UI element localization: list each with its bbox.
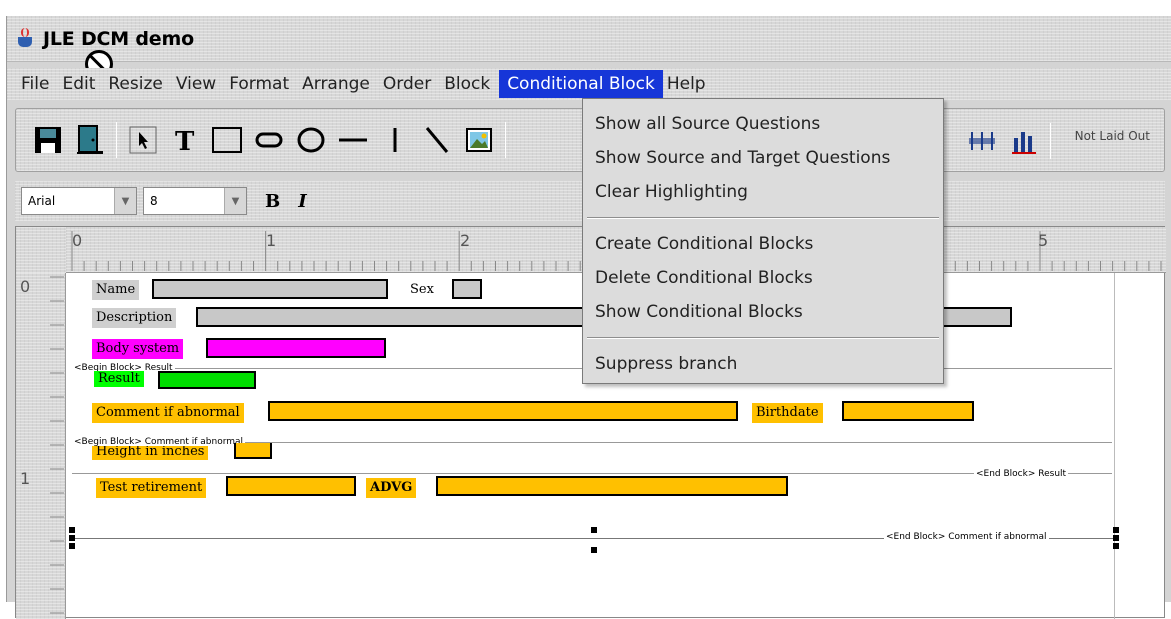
- advg-field[interactable]: [436, 476, 788, 496]
- pointer-icon[interactable]: [125, 122, 161, 158]
- window-title: JLE DCM demo: [43, 27, 194, 50]
- menu-suppress-branch[interactable]: Suppress branch: [583, 347, 943, 381]
- distribute-horizontal-icon[interactable]: [964, 123, 1000, 159]
- body-system-field[interactable]: [206, 338, 386, 358]
- ruler-number: 0: [72, 231, 83, 250]
- selection-handle[interactable]: [591, 527, 597, 533]
- rectangle-icon[interactable]: [209, 122, 245, 158]
- menu-conditional-block[interactable]: Conditional Block: [499, 70, 663, 98]
- menu-delete-conditional-blocks[interactable]: Delete Conditional Blocks: [583, 261, 943, 295]
- menu-separator: [587, 337, 939, 339]
- chevron-down-icon: ▼: [114, 188, 136, 214]
- font-name-value: Arial: [28, 194, 56, 208]
- ruler-ticks: [50, 276, 64, 614]
- menu-order[interactable]: Order: [379, 71, 440, 97]
- selection-handle[interactable]: [1113, 535, 1119, 541]
- ruler-number: 0: [20, 277, 31, 296]
- page-margin-guide: [1114, 273, 1115, 619]
- bold-button[interactable]: B: [265, 191, 280, 212]
- menu-resize[interactable]: Resize: [104, 71, 171, 97]
- name-field[interactable]: [152, 279, 388, 299]
- java-cup-icon: [15, 27, 37, 50]
- menu-show-all-source-questions[interactable]: Show all Source Questions: [583, 107, 943, 141]
- comment-field[interactable]: [268, 401, 738, 421]
- svg-text:T: T: [175, 127, 195, 154]
- layout-status-text: Not Laid Out: [1074, 129, 1150, 143]
- description-label[interactable]: Description: [92, 308, 177, 328]
- horizontal-line-icon[interactable]: [335, 122, 371, 158]
- birthdate-label[interactable]: Birthdate: [752, 403, 823, 423]
- menu-format[interactable]: Format: [225, 71, 298, 97]
- toolbar-separator: [505, 122, 506, 158]
- menu-view[interactable]: View: [172, 71, 225, 97]
- menu-file[interactable]: File: [17, 71, 58, 97]
- name-label[interactable]: Name: [92, 280, 140, 300]
- selection-handle[interactable]: [69, 543, 75, 549]
- selection-handle[interactable]: [69, 535, 75, 541]
- ruler-corner: [16, 227, 66, 273]
- selection-handle[interactable]: [69, 527, 75, 533]
- menu-separator: [587, 217, 939, 219]
- vertical-ruler: 0 1: [16, 273, 66, 619]
- font-size-select[interactable]: 8 ▼: [143, 187, 247, 215]
- comment-label[interactable]: Comment if abnormal: [92, 403, 244, 423]
- text-icon[interactable]: T: [167, 122, 203, 158]
- image-icon[interactable]: [461, 122, 497, 158]
- sex-label[interactable]: Sex: [406, 280, 438, 300]
- result-field[interactable]: [158, 371, 256, 389]
- ruler-number: 2: [460, 231, 471, 250]
- advg-label[interactable]: ADVG: [366, 478, 417, 498]
- body-system-label[interactable]: Body system: [92, 339, 184, 359]
- height-field[interactable]: [234, 443, 272, 459]
- end-block-comment-marker[interactable]: <End Block> Comment if abnormal: [884, 532, 1049, 542]
- test-retirement-field[interactable]: [226, 476, 356, 496]
- conditional-block-menu: Show all Source Questions Show Source an…: [582, 98, 944, 384]
- bar-chart-icon[interactable]: [1006, 123, 1042, 159]
- menu-block[interactable]: Block: [440, 71, 499, 97]
- test-retirement-label[interactable]: Test retirement: [96, 478, 207, 498]
- menu-show-conditional-blocks[interactable]: Show Conditional Blocks: [583, 295, 943, 329]
- menu-clear-highlighting[interactable]: Clear Highlighting: [583, 175, 943, 209]
- block-boundary-line: [72, 473, 1112, 474]
- height-label[interactable]: Height in inches: [92, 446, 209, 460]
- toolbar-separator: [116, 122, 117, 158]
- font-size-value: 8: [150, 194, 158, 208]
- menu-create-conditional-blocks[interactable]: Create Conditional Blocks: [583, 227, 943, 261]
- italic-button[interactable]: I: [298, 191, 306, 212]
- title-bar: JLE DCM demo: [7, 16, 1171, 62]
- vertical-line-icon[interactable]: [377, 122, 413, 158]
- selection-handle[interactable]: [1113, 543, 1119, 549]
- chevron-down-icon: ▼: [224, 188, 246, 214]
- end-block-result-marker[interactable]: <End Block> Result: [974, 469, 1069, 479]
- menu-help[interactable]: Help: [663, 71, 715, 97]
- diagonal-line-icon[interactable]: [419, 122, 455, 158]
- menu-edit[interactable]: Edit: [58, 71, 104, 97]
- sex-field[interactable]: [452, 279, 482, 299]
- ruler-number: 1: [20, 469, 31, 488]
- ruler-number: 1: [266, 231, 277, 250]
- menu-arrange[interactable]: Arrange: [298, 71, 379, 97]
- toolbar-separator: [1050, 123, 1051, 159]
- menu-show-source-target-questions[interactable]: Show Source and Target Questions: [583, 141, 943, 175]
- save-icon[interactable]: [30, 122, 66, 158]
- birthdate-field[interactable]: [842, 401, 974, 421]
- exit-icon[interactable]: [72, 122, 108, 158]
- font-name-select[interactable]: Arial ▼: [21, 187, 137, 215]
- menu-bar: File Edit Resize View Format Arrange Ord…: [7, 68, 1171, 100]
- result-label[interactable]: Result: [94, 371, 144, 387]
- oval-icon[interactable]: [293, 122, 329, 158]
- selection-handle[interactable]: [591, 547, 597, 553]
- ruler-number: 5: [1038, 231, 1049, 250]
- rounded-rect-icon[interactable]: [251, 122, 287, 158]
- selection-handle[interactable]: [1113, 527, 1119, 533]
